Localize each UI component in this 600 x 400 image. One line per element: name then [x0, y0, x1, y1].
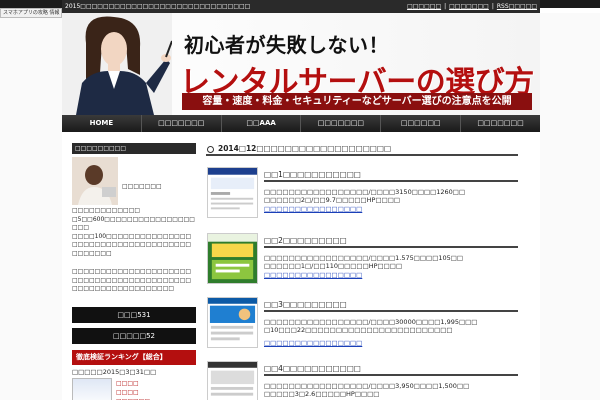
- profile-name: □□□□□□□: [122, 183, 162, 190]
- ranking-entry-3: □□3□□□□□□□□□ □□□□□□□□□□□□□□□□□/□□□□30000…: [206, 297, 518, 349]
- entry-3-title[interactable]: □□3□□□□□□□□□: [264, 299, 518, 312]
- entry-1-screenshot-thumbnail[interactable]: [207, 167, 258, 218]
- profile-text-1: □□□□□□□□□□□□: [72, 207, 141, 214]
- banner-person-image: [62, 13, 172, 115]
- main-nav: HOME □□□□□□□ □□AAA □□□□□□□ □□□□□□ □□□□□□…: [62, 115, 540, 132]
- page-margin-left: [0, 18, 62, 400]
- nav-item-5[interactable]: □□□□□□: [381, 115, 462, 132]
- entry-2-screenshot-thumbnail[interactable]: [207, 233, 258, 284]
- banner-headline: 初心者が失敗しない！: [184, 33, 389, 57]
- nav-item-6[interactable]: □□□□□□□: [461, 115, 540, 132]
- entry-2-link[interactable]: □□□□□□□□□□□□□□□□: [264, 271, 362, 279]
- profile-heading: □□□□□□□□□: [72, 143, 196, 154]
- ranking-label-1: □□□□: [116, 379, 139, 387]
- entry-2-title[interactable]: □□2□□□□□□□□□: [264, 235, 518, 248]
- ranking-thumbnail[interactable]: [72, 377, 112, 400]
- page-margin-right: [540, 13, 600, 400]
- top-link-separator: |: [491, 3, 494, 10]
- entry-1-description: □□□□□□□□□□□□□□□□□/□□□□3150□□□□1260□□ □□□…: [264, 188, 466, 204]
- circle-bullet-icon: [207, 146, 214, 153]
- entry-4-screenshot-thumbnail[interactable]: [207, 361, 258, 400]
- rss-link[interactable]: RSS□□□□□: [497, 3, 537, 10]
- profile-photo: [72, 157, 118, 205]
- main-heading: 2014□12□□□□□□□□□□□□□□□□□□□: [206, 143, 518, 156]
- entry-4-title[interactable]: □□4□□□□□□□□□□□: [264, 363, 518, 376]
- profile-text-3: □□□□100□□□□□□□□□□□□□□□□□□□□□□□□□□□□□□□□□…: [72, 232, 192, 257]
- ranking-date: □□□□□2015□3□31□□: [72, 367, 157, 376]
- ranking-entry-2: □□2□□□□□□□□□ □□□□□□□□□□□□□□□□□/□□□□1.575…: [206, 233, 518, 285]
- sidebar-button-1[interactable]: □□□531: [72, 306, 196, 323]
- profile-spacer: [72, 258, 196, 266]
- top-link-1[interactable]: □□□□□□: [407, 3, 441, 10]
- entry-3-link[interactable]: □□□□□□□□□□□□□□□□: [264, 339, 362, 347]
- ranking-entry-1: □□1□□□□□□□□□□□ □□□□□□□□□□□□□□□□□/□□□□315…: [206, 167, 518, 219]
- site-tagline: 2015□□□□□□□□□□□□□□□□□□□□□□□□□□□□□□: [65, 3, 251, 10]
- sidebar-button-2[interactable]: □□□□□52: [72, 327, 196, 344]
- ranking-entry-4: □□4□□□□□□□□□□□ □□□□□□□□□□□□□□□□□/□□□□3,9…: [206, 361, 518, 400]
- ranking-label-2: □□□□: [116, 388, 139, 396]
- top-link-2[interactable]: □□□□□□□: [449, 3, 489, 10]
- profile-text-2: □5□□600□□□□□□□□□□□□□□□□□□□: [72, 215, 195, 232]
- entry-1-link[interactable]: □□□□□□□□□□□□□□□□: [264, 205, 362, 213]
- top-link-separator: |: [444, 3, 447, 10]
- ranking-heading: 徹底検証ランキング【総合】: [72, 349, 196, 365]
- entry-1-title[interactable]: □□1□□□□□□□□□□□: [264, 169, 518, 182]
- profile-paragraph: □□□□□□□□□□□□□□□□□□□□□□□□□□□□□□□□□□□□□□□□…: [72, 268, 192, 292]
- ranking-item[interactable]: □□□□ □□□□ □□□□□□: [72, 377, 196, 400]
- top-bar: 2015□□□□□□□□□□□□□□□□□□□□□□□□□□□□□□ □□□□□…: [62, 0, 540, 13]
- entry-4-description: □□□□□□□□□□□□□□□□□/□□□□3,950□□□□1,500□□ □…: [264, 382, 470, 398]
- main-content: 2014□12□□□□□□□□□□□□□□□□□□□ □□1□□□□□□□□□□…: [206, 143, 518, 400]
- nav-item-2[interactable]: □□□□□□□: [142, 115, 222, 132]
- entry-3-description: □□□□□□□□□□□□□□□□□/□□□□30000□□□□1,995□□□ …: [264, 318, 478, 334]
- entry-2-description: □□□□□□□□□□□□□□□□□/□□□□1.575□□□□105□□ □□□…: [264, 254, 464, 270]
- sidebar: □□□□□□□□□ □□□□□□□ □□□□□□□□□□□□ □5□□600□□…: [72, 143, 196, 400]
- entry-3-screenshot-thumbnail[interactable]: [207, 297, 258, 348]
- profile-card: □□□□□□□: [72, 157, 196, 205]
- banner-subtitle-strip: 容量・速度・料金・セキュリティーなどサーバー選びの注意点を公開: [182, 93, 532, 110]
- corner-badge[interactable]: スマホアプリの攻略 情報: [0, 8, 62, 18]
- main-heading-text: 2014□12□□□□□□□□□□□□□□□□□□□: [218, 144, 392, 153]
- nav-item-4[interactable]: □□□□□□□: [301, 115, 382, 132]
- nav-item-home[interactable]: HOME: [62, 115, 142, 132]
- top-links: □□□□□□ | □□□□□□□ | RSS□□□□□: [407, 0, 537, 13]
- nav-item-3[interactable]: □□AAA: [222, 115, 302, 132]
- header-banner[interactable]: 初心者が失敗しない！ レンタルサーバーの選び方 容量・速度・料金・セキュリティー…: [62, 13, 540, 115]
